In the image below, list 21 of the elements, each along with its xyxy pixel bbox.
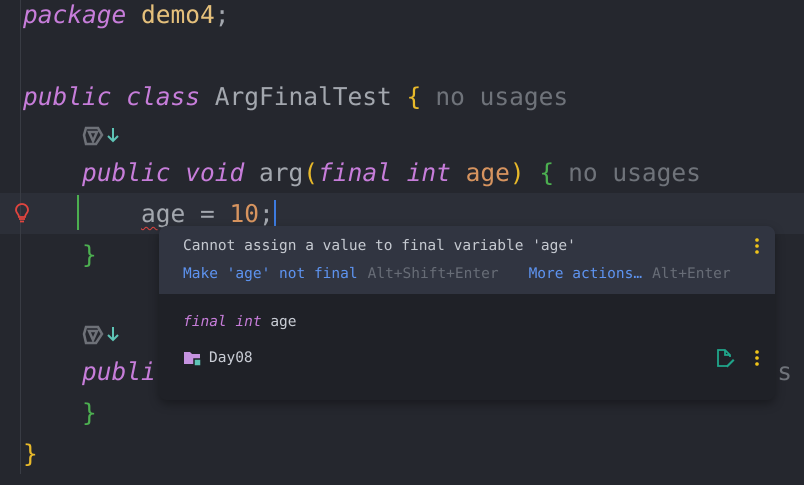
quick-fix-link[interactable]: Make 'age' not final <box>183 266 358 282</box>
code-line: } <box>82 240 97 269</box>
code-line: publi <box>82 357 156 386</box>
code-line: } <box>82 398 97 427</box>
error-message: Cannot assign a value to final variable 'age' <box>183 238 577 254</box>
code-line: package demo4; <box>23 0 230 29</box>
more-options-icon[interactable] <box>755 350 759 366</box>
usage-hint: no usages <box>568 158 701 187</box>
usage-hint: no usages <box>435 82 568 111</box>
code-line: public class ArgFinalTest { <box>23 82 422 111</box>
code-line: } <box>23 439 38 468</box>
code-line: age = 10; <box>141 199 274 228</box>
quick-fix-link[interactable]: More actions… <box>528 266 642 282</box>
code-line: public void arg(final int age) { <box>82 158 554 187</box>
more-options-icon[interactable] <box>755 238 759 254</box>
folder-icon <box>183 350 201 366</box>
declaration-text: final int age <box>183 314 297 330</box>
lightbulb-icon[interactable] <box>14 203 30 223</box>
usage-hint: s <box>777 357 792 386</box>
module-name: Day08 <box>209 350 254 366</box>
edit-file-icon[interactable] <box>715 348 735 368</box>
